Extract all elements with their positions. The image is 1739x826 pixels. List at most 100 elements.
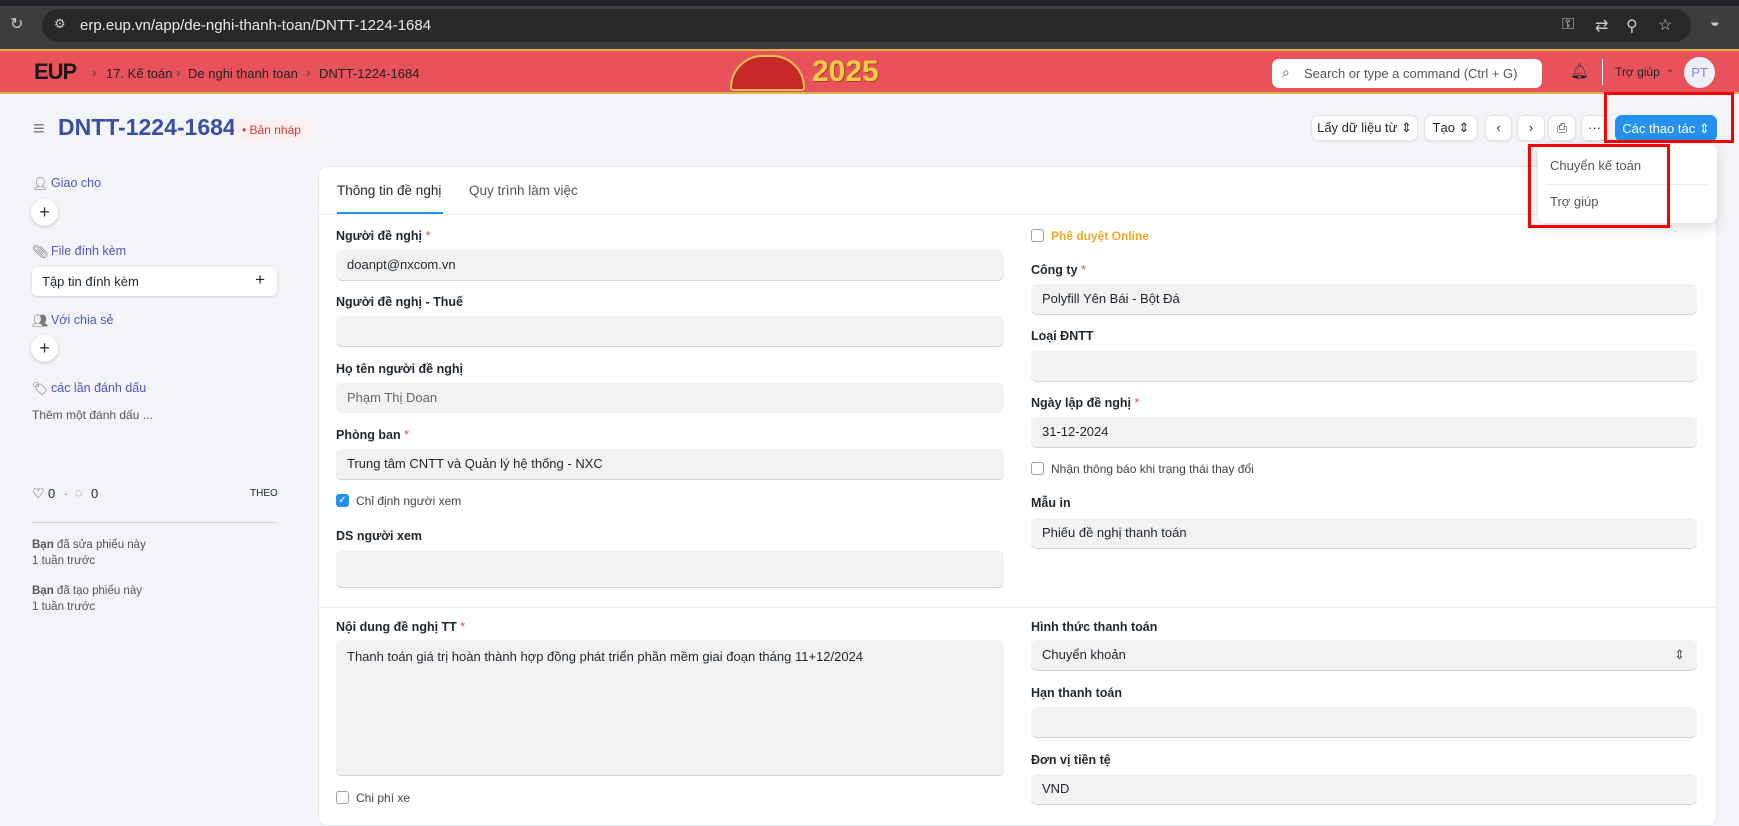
share-add-button[interactable]: + bbox=[31, 335, 58, 362]
online-approval-label: Phê duyệt Online bbox=[1051, 229, 1150, 243]
attach-file-label: Tập tin đính kèm bbox=[42, 274, 139, 289]
breadcrumb-doctype[interactable]: De nghi thanh toan bbox=[188, 66, 298, 81]
address-bar[interactable]: ⚙ erp.eup.vn/app/de-nghi-thanh-toan/DNTT… bbox=[42, 9, 1691, 42]
add-user-icon: 👤︎ bbox=[32, 176, 49, 191]
activity-item: Bạn đã sửa phiếu này 1 tuần trước bbox=[32, 539, 146, 567]
banner-year: 2025 bbox=[812, 55, 879, 88]
content-label: Nội dung đề nghị TT * bbox=[336, 620, 466, 634]
print-format-field[interactable]: Phiếu đề nghị thanh toán bbox=[1031, 518, 1697, 548]
company-label: Công ty * bbox=[1031, 263, 1086, 277]
tab-divider bbox=[319, 214, 1716, 215]
chevron-right-icon: › bbox=[306, 65, 311, 80]
section-divider bbox=[319, 607, 1716, 608]
chevron-right-icon: › bbox=[92, 65, 97, 80]
online-approval-checkbox[interactable] bbox=[1031, 229, 1044, 242]
comment-count: 0 bbox=[91, 486, 99, 501]
tab-strip bbox=[0, 0, 1739, 6]
logo[interactable]: EUP bbox=[34, 59, 77, 85]
tab-workflow[interactable]: Quy trình làm việc bbox=[469, 183, 578, 198]
tab-request-info[interactable]: Thông tin đề nghị bbox=[337, 183, 441, 198]
site-settings-icon[interactable]: ⚙ bbox=[54, 16, 66, 32]
assign-add-button[interactable]: + bbox=[31, 199, 58, 226]
company-field[interactable]: Polyfill Yên Bái - Bột Đá bbox=[1031, 284, 1697, 314]
url-text[interactable]: erp.eup.vn/app/de-nghi-thanh-toan/DNTT-1… bbox=[80, 17, 431, 34]
breadcrumb-accounting[interactable]: 17. Kế toán bbox=[106, 66, 173, 81]
activity-item: Bạn đã tạo phiếu này 1 tuần trước bbox=[32, 585, 142, 613]
notify-label: Nhận thông báo khi trạng thái thay đổi bbox=[1051, 462, 1254, 476]
add-tag-link[interactable]: Thêm một đánh dấu ... bbox=[32, 408, 153, 422]
next-button[interactable]: › bbox=[1517, 115, 1545, 141]
status-text: Bản nháp bbox=[249, 123, 301, 137]
comment-icon: ◌ bbox=[75, 485, 83, 500]
requester-tax-field[interactable] bbox=[336, 316, 1004, 346]
viewers-field[interactable] bbox=[336, 550, 1004, 587]
create-button[interactable]: Tạo ⇕ bbox=[1424, 115, 1478, 141]
assign-viewer-label: Chỉ định người xem bbox=[356, 494, 462, 508]
search-input[interactable]: ⌕ Search or type a command (Ctrl + G) bbox=[1272, 59, 1542, 88]
payment-method-select[interactable]: Chuyển khoản ⇕ bbox=[1031, 640, 1697, 670]
chevron-right-icon: › bbox=[1528, 120, 1534, 135]
follow-button[interactable]: THEO bbox=[250, 488, 278, 499]
highlight-box bbox=[1528, 144, 1670, 228]
chevron-right-icon: › bbox=[176, 65, 181, 80]
print-format-label: Mẫu in bbox=[1031, 496, 1071, 510]
requester-name-field: Phạm Thị Doan bbox=[336, 383, 1004, 413]
attachments-label: File đính kèm bbox=[51, 244, 127, 258]
attach-file-button[interactable]: Tập tin đính kèm + bbox=[32, 267, 277, 296]
requester-name-label: Họ tên người đề nghị bbox=[336, 362, 463, 376]
like-count: 0 bbox=[48, 486, 56, 501]
due-date-label: Hạn thanh toán bbox=[1031, 686, 1122, 700]
tag-icon: 🏷︎ bbox=[32, 381, 49, 396]
users-icon: 👥︎ bbox=[32, 313, 49, 328]
date-field[interactable]: 31-12-2024 bbox=[1031, 417, 1697, 447]
content-textarea[interactable]: Thanh toán giá trị hoàn thành hợp đồng p… bbox=[336, 640, 1004, 775]
shared-label: Với chia sẻ bbox=[51, 313, 114, 327]
get-data-label: Lấy dữ liệu từ bbox=[1317, 120, 1398, 135]
chevron-left-icon: ‹ bbox=[1496, 120, 1501, 135]
viewers-label: DS người xem bbox=[336, 529, 423, 543]
menu-icon[interactable]: ≡ bbox=[33, 118, 45, 141]
reload-icon[interactable]: ↻ bbox=[10, 14, 23, 34]
help-menu[interactable]: Trợ giúp bbox=[1615, 65, 1660, 79]
heart-icon[interactable]: ♡ bbox=[32, 485, 45, 502]
department-label: Phòng ban * bbox=[336, 428, 409, 442]
payment-method-value: Chuyển khoản bbox=[1042, 647, 1126, 662]
incognito-icon[interactable]: ◒ bbox=[1710, 14, 1720, 32]
key-icon[interactable]: ⚿ bbox=[1562, 16, 1574, 34]
notify-checkbox[interactable] bbox=[1031, 462, 1044, 475]
search-icon: ⌕ bbox=[1282, 64, 1290, 80]
get-data-button[interactable]: Lấy dữ liệu từ ⇕ bbox=[1311, 115, 1418, 141]
tags-label: các lần đánh dấu bbox=[51, 381, 147, 395]
divider bbox=[1602, 59, 1603, 85]
search-placeholder: Search or type a command (Ctrl + G) bbox=[1304, 66, 1518, 81]
requester-field[interactable]: doanpt@nxcom.vn bbox=[336, 250, 1004, 280]
zoom-icon[interactable]: ⚲ bbox=[1626, 16, 1638, 36]
assign-viewer-checkbox[interactable]: ✓ bbox=[336, 494, 349, 507]
highlight-box bbox=[1604, 92, 1734, 143]
star-icon[interactable]: ☆ bbox=[1658, 15, 1672, 35]
avatar[interactable]: PT bbox=[1684, 57, 1715, 88]
date-label: Ngày lập đề nghị * bbox=[1031, 396, 1140, 410]
currency-field[interactable]: VND bbox=[1031, 774, 1697, 804]
type-label: Loại ĐNTT bbox=[1031, 329, 1094, 343]
department-field[interactable]: Trung tâm CNTT và Quản lý hệ thống - NXC bbox=[336, 449, 1004, 479]
paperclip-icon: 📎︎ bbox=[32, 244, 49, 259]
breadcrumb-current[interactable]: DNTT-1224-1684 bbox=[319, 66, 419, 81]
type-field[interactable] bbox=[1031, 351, 1697, 381]
currency-label: Đơn vị tiền tệ bbox=[1031, 753, 1111, 767]
page-title: DNTT-1224-1684 bbox=[58, 114, 236, 140]
vehicle-cost-label: Chi phí xe bbox=[356, 791, 411, 805]
payment-method-label: Hình thức thanh toán bbox=[1031, 620, 1158, 634]
prev-button[interactable]: ‹ bbox=[1485, 115, 1512, 141]
printer-icon: ⎙ bbox=[1556, 120, 1568, 135]
assign-label: Giao cho bbox=[51, 176, 102, 190]
translate-icon[interactable]: ⇄ bbox=[1595, 16, 1608, 36]
requester-label: Người đề nghị * bbox=[336, 229, 431, 243]
requester-tax-label: Người đề nghị - Thuế bbox=[336, 295, 463, 309]
print-button[interactable]: ⎙ bbox=[1548, 115, 1576, 141]
bell-icon[interactable]: 🔔︎ bbox=[1570, 62, 1589, 80]
vehicle-cost-checkbox[interactable] bbox=[336, 791, 349, 804]
status-badge: • Bản nháp bbox=[234, 119, 309, 141]
due-date-field[interactable] bbox=[1031, 707, 1697, 737]
select-arrows-icon: ⇕ bbox=[1674, 647, 1685, 662]
